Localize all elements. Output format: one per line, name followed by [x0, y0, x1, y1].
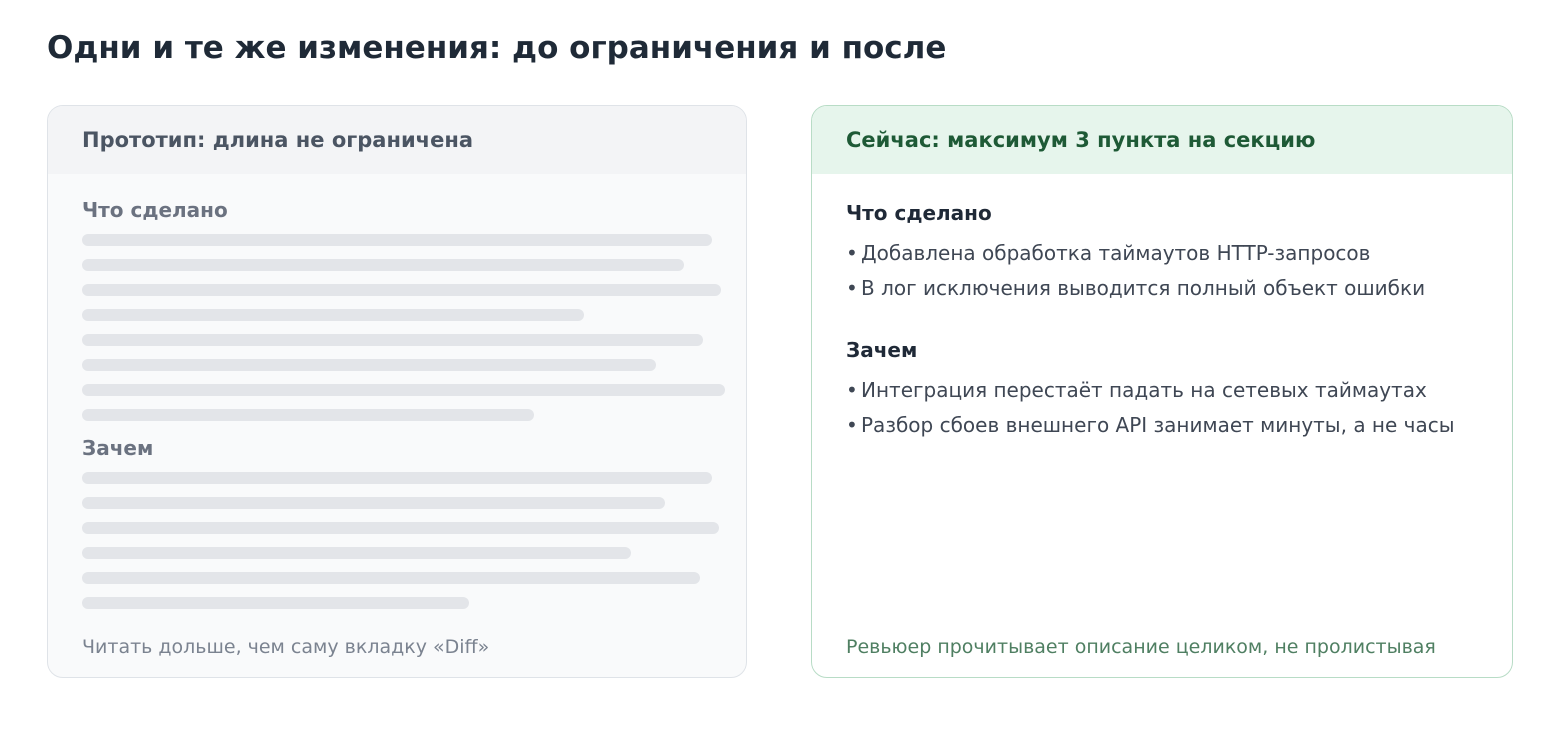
list-item: • В лог исключения выводится полный объек… — [846, 271, 1478, 306]
placeholder-line — [82, 259, 684, 271]
placeholder-line — [82, 522, 719, 534]
placeholder-line — [82, 497, 665, 509]
after-section-label-why: Зачем — [846, 338, 918, 362]
placeholder-line — [82, 384, 725, 396]
before-section-label-done: Что сделано — [82, 198, 228, 222]
before-card: Прототип: длина не ограничена Что сделан… — [47, 105, 747, 678]
list-item: • Интеграция перестаёт падать на сетевых … — [846, 373, 1478, 408]
before-card-header: Прототип: длина не ограничена — [48, 106, 746, 174]
placeholder-line — [82, 409, 534, 421]
list-item-text: Интеграция перестаёт падать на сетевых т… — [861, 378, 1427, 402]
after-section-label-done: Что сделано — [846, 201, 992, 225]
placeholder-line — [82, 572, 700, 584]
after-card-footer: Ревьюер прочитывает описание целиком, не… — [846, 636, 1436, 658]
after-list-why: • Интеграция перестаёт падать на сетевых … — [846, 373, 1478, 443]
placeholder-line — [82, 334, 703, 346]
bullet-icon: • — [846, 413, 858, 437]
bullet-icon: • — [846, 378, 858, 402]
list-item: • Разбор сбоев внешнего API занимает мину… — [846, 408, 1478, 443]
placeholder-line — [82, 284, 721, 296]
list-item-text: Добавлена обработка таймаутов HTTP-запро… — [861, 241, 1371, 265]
placeholder-line — [82, 359, 656, 371]
bullet-icon: • — [846, 241, 858, 265]
before-section-label-why: Зачем — [82, 436, 154, 460]
after-list-done: • Добавлена обработка таймаутов HTTP-запр… — [846, 236, 1478, 306]
after-card: Сейчас: максимум 3 пункта на секцию Что … — [811, 105, 1513, 678]
after-card-header: Сейчас: максимум 3 пункта на секцию — [812, 106, 1512, 174]
placeholder-line — [82, 597, 469, 609]
placeholder-line — [82, 309, 584, 321]
page-title: Одни и те же изменения: до ограничения и… — [47, 30, 947, 66]
placeholder-line — [82, 234, 712, 246]
placeholder-line — [82, 472, 712, 484]
before-placeholder-lines-why — [82, 472, 719, 609]
placeholder-line — [82, 547, 631, 559]
before-card-body: Что сделано Зачем — [48, 196, 746, 609]
list-item-text: В лог исключения выводится полный объект… — [861, 276, 1426, 300]
after-card-body: Что сделано • Добавлена обработка таймаут… — [812, 199, 1512, 443]
before-placeholder-lines-done — [82, 234, 725, 421]
bullet-icon: • — [846, 276, 858, 300]
before-card-footer: Читать дольше, чем саму вкладку «Diff» — [82, 636, 490, 658]
list-item: • Добавлена обработка таймаутов HTTP-запр… — [846, 236, 1478, 271]
list-item-text: Разбор сбоев внешнего API занимает минут… — [861, 413, 1455, 437]
